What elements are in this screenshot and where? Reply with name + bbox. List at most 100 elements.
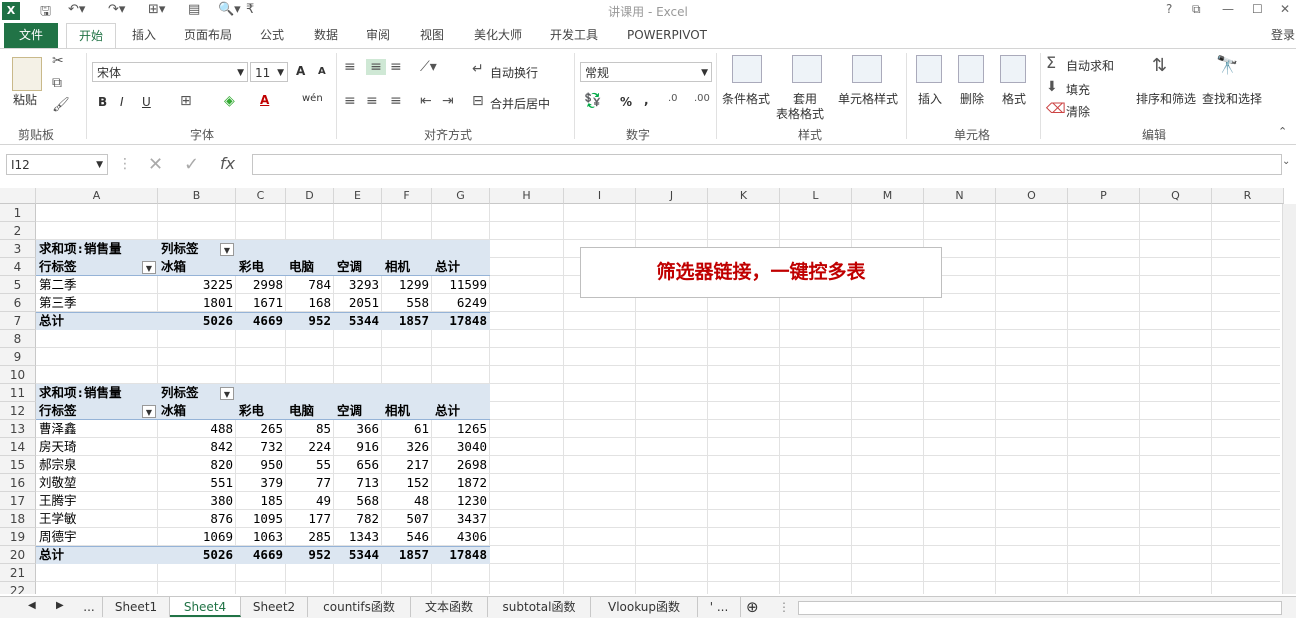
horizontal-scrollbar[interactable] — [798, 601, 1282, 615]
row-header[interactable]: 22 — [0, 582, 36, 594]
align-right-icon[interactable]: ≡ — [390, 93, 402, 109]
pivot-value-cell[interactable]: 1671 — [236, 294, 286, 312]
column-header[interactable]: E — [334, 188, 382, 204]
shrink-font-button[interactable]: A — [318, 66, 326, 77]
pivot-value-cell[interactable]: 11599 — [432, 276, 490, 294]
sheet-tab-sheet1[interactable]: Sheet1 — [103, 597, 170, 617]
collapse-ribbon-icon[interactable]: ⌃ — [1278, 125, 1287, 138]
column-header[interactable]: H — [490, 188, 564, 204]
pivot-value-cell[interactable]: 185 — [236, 492, 286, 510]
sheet-tab-text-functions[interactable]: 文本函数 — [411, 597, 488, 617]
cell-styles-button[interactable]: 单元格样式 — [838, 90, 898, 107]
row-header[interactable]: 4 — [0, 258, 36, 276]
pivot-value-cell[interactable]: 2698 — [432, 456, 490, 474]
border-icon[interactable]: ⊞ — [180, 93, 192, 109]
callout-textbox[interactable]: 筛选器链接，一键控多表 — [580, 247, 942, 298]
tab-data[interactable]: 数据 — [306, 23, 346, 48]
currency-icon[interactable]: 💱 — [584, 93, 601, 109]
add-sheet-icon[interactable]: ⊕ — [746, 598, 759, 616]
pivot-value-cell[interactable]: 1299 — [382, 276, 432, 294]
row-header[interactable]: 21 — [0, 564, 36, 582]
column-header[interactable]: A — [36, 188, 158, 204]
tab-formulas[interactable]: 公式 — [252, 23, 292, 48]
paste-button[interactable]: 粘贴 — [13, 91, 37, 108]
pivot-value-cell[interactable]: 4306 — [432, 528, 490, 546]
column-header[interactable]: F — [382, 188, 432, 204]
pivot-value-cell[interactable]: 1872 — [432, 474, 490, 492]
pivot-value-cell[interactable]: 1063 — [236, 528, 286, 546]
pivot-grand-total-cell[interactable]: 952 — [286, 312, 334, 330]
pivot-value-cell[interactable]: 177 — [286, 510, 334, 528]
increase-decimal-icon[interactable]: .0 — [668, 93, 678, 104]
pivot-grand-total-cell[interactable]: 5344 — [334, 546, 382, 564]
merge-center-button[interactable]: 合并后居中 — [490, 95, 550, 112]
row-header[interactable]: 9 — [0, 348, 36, 366]
column-header[interactable]: C — [236, 188, 286, 204]
prev-sheet-icon[interactable]: ◀ — [28, 600, 36, 611]
pivot-value-cell[interactable]: 366 — [334, 420, 382, 438]
pivot-value-cell[interactable]: 916 — [334, 438, 382, 456]
pivot-grand-total-cell[interactable]: 1857 — [382, 312, 432, 330]
filter-dropdown-button[interactable]: ▼ — [220, 387, 234, 400]
minimize-icon[interactable]: — — [1222, 2, 1234, 16]
paste-icon[interactable] — [12, 57, 42, 91]
enter-icon[interactable]: ✓ — [184, 154, 199, 175]
pivot-value-cell[interactable]: 2998 — [236, 276, 286, 294]
pivot-value-cell[interactable]: 3437 — [432, 510, 490, 528]
row-header[interactable]: 15 — [0, 456, 36, 474]
pivot-value-cell[interactable]: 48 — [382, 492, 432, 510]
row-header[interactable]: 11 — [0, 384, 36, 402]
pivot-value-cell[interactable]: 168 — [286, 294, 334, 312]
help-icon[interactable]: ? — [1166, 2, 1172, 16]
pivot-value-cell[interactable]: 49 — [286, 492, 334, 510]
column-header[interactable]: Q — [1140, 188, 1212, 204]
sheet-tab-countifs[interactable]: countifs函数 — [308, 597, 411, 617]
copy-icon[interactable]: ⧉ — [52, 75, 62, 91]
conditional-format-button[interactable]: 条件格式 — [722, 90, 770, 107]
pivot-grand-total-cell[interactable]: 4669 — [236, 546, 286, 564]
row-header[interactable]: 19 — [0, 528, 36, 546]
pivot-value-cell[interactable]: 265 — [236, 420, 286, 438]
pivot-value-cell[interactable]: 224 — [286, 438, 334, 456]
pivot-value-cell[interactable]: 3040 — [432, 438, 490, 456]
pivot-value-cell[interactable]: 77 — [286, 474, 334, 492]
pivot-value-cell[interactable]: 656 — [334, 456, 382, 474]
pivot-value-cell[interactable]: 380 — [158, 492, 236, 510]
column-header[interactable]: P — [1068, 188, 1140, 204]
row-header[interactable]: 10 — [0, 366, 36, 384]
sort-filter-button[interactable]: 排序和筛选 — [1136, 90, 1196, 107]
insert-function-button[interactable]: fx — [220, 154, 235, 173]
row-header[interactable]: 20 — [0, 546, 36, 564]
sheet-tab-overflow[interactable]: ' ... — [698, 597, 741, 617]
tab-file[interactable]: 文件 — [4, 23, 58, 48]
row-header[interactable]: 6 — [0, 294, 36, 312]
increase-indent-icon[interactable]: ⇥ — [442, 93, 454, 109]
sheet-tab-subtotal[interactable]: subtotal函数 — [488, 597, 591, 617]
cancel-icon[interactable]: ✕ — [148, 154, 163, 175]
pivot-value-cell[interactable]: 488 — [158, 420, 236, 438]
decrease-indent-icon[interactable]: ⇤ — [420, 93, 432, 109]
pivot-value-cell[interactable]: 782 — [334, 510, 382, 528]
pivot-value-cell[interactable]: 950 — [236, 456, 286, 474]
column-header[interactable]: I — [564, 188, 636, 204]
pivot-grand-total-cell[interactable]: 5344 — [334, 312, 382, 330]
row-header[interactable]: 13 — [0, 420, 36, 438]
row-header[interactable]: 2 — [0, 222, 36, 240]
pivot-grand-total-cell[interactable]: 5026 — [158, 546, 236, 564]
row-header[interactable]: 3 — [0, 240, 36, 258]
underline-button[interactable]: U — [142, 95, 151, 109]
row-header[interactable]: 12 — [0, 402, 36, 420]
select-all-corner[interactable] — [0, 188, 36, 204]
filter-dropdown-button[interactable]: ▼ — [142, 261, 156, 274]
pivot-value-cell[interactable]: 568 — [334, 492, 382, 510]
filter-dropdown-button[interactable]: ▼ — [142, 405, 156, 418]
align-left-icon[interactable]: ≡ — [344, 93, 356, 109]
row-header[interactable]: 8 — [0, 330, 36, 348]
row-header[interactable]: 14 — [0, 438, 36, 456]
row-header[interactable]: 1 — [0, 204, 36, 222]
pivot-value-cell[interactable]: 55 — [286, 456, 334, 474]
row-header[interactable]: 18 — [0, 510, 36, 528]
pivot-value-cell[interactable]: 1069 — [158, 528, 236, 546]
vertical-scrollbar[interactable] — [1282, 204, 1296, 594]
pivot-value-cell[interactable]: 1095 — [236, 510, 286, 528]
